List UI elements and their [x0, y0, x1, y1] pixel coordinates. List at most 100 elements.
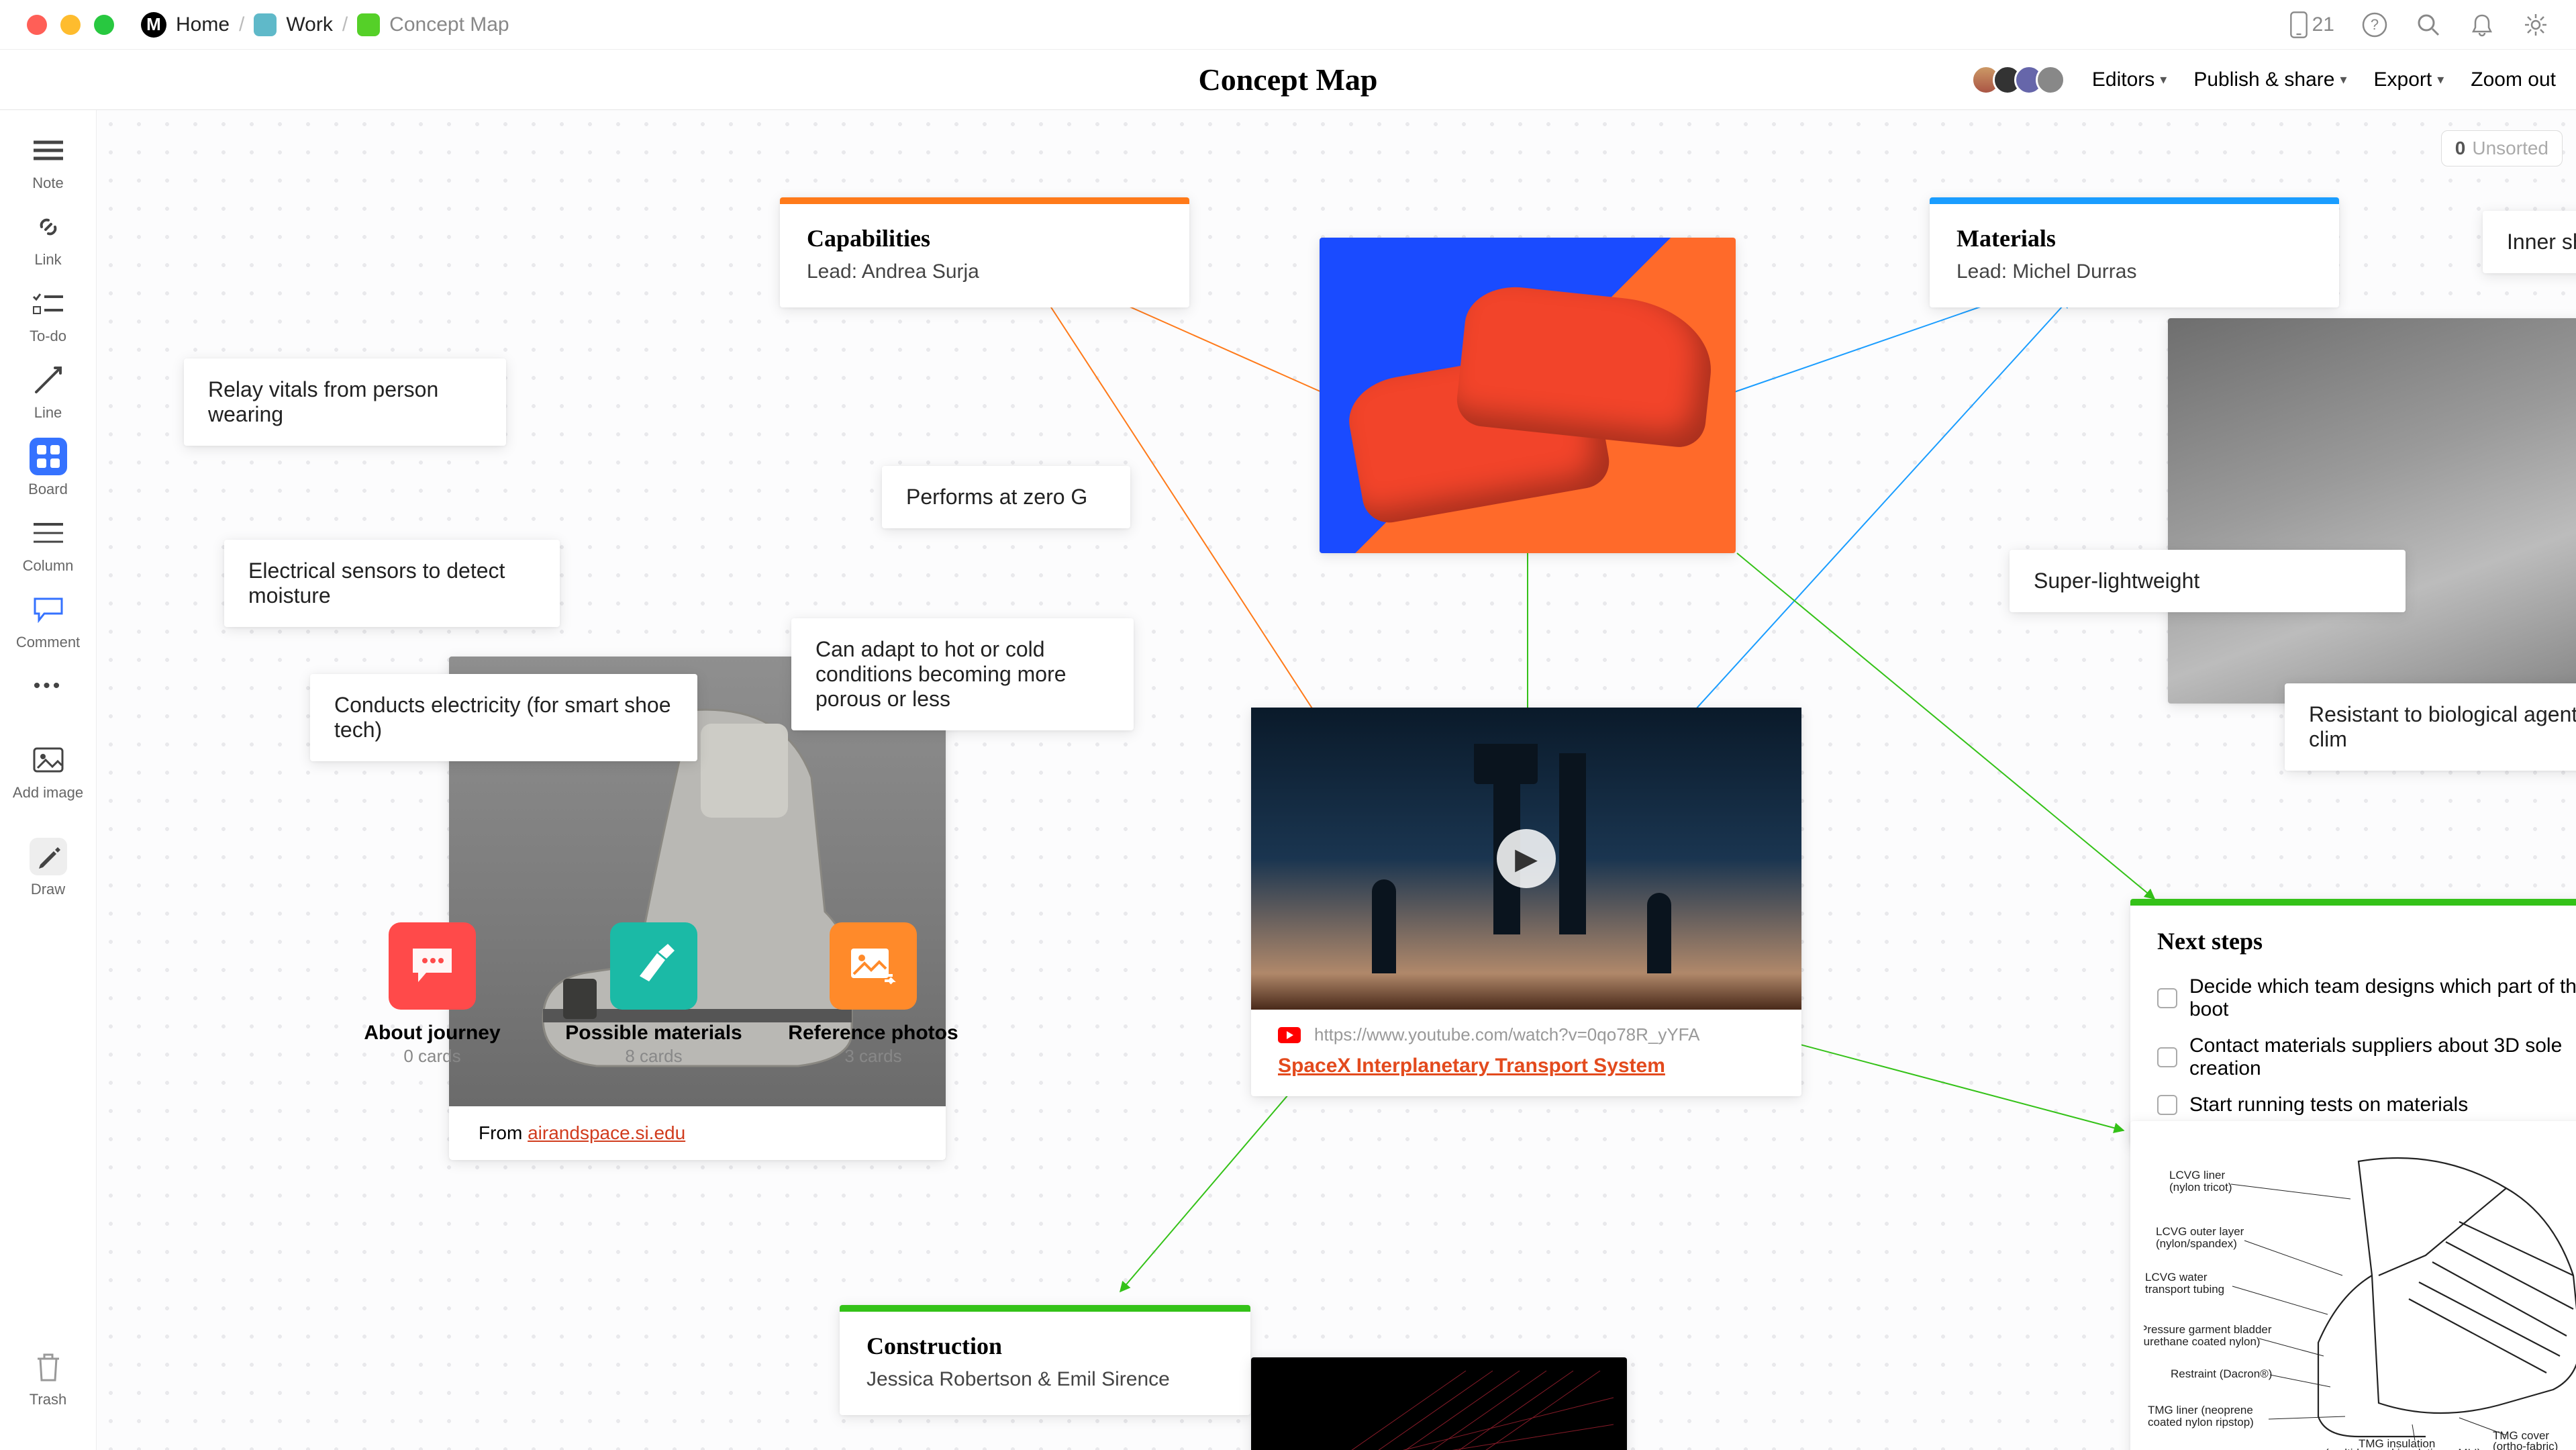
search-icon[interactable] — [2415, 11, 2442, 38]
breadcrumb-home[interactable]: Home — [176, 13, 230, 36]
board-reference-photos[interactable]: Reference photos 3 cards — [779, 922, 967, 1067]
svg-text:(ortho-fabric): (ortho-fabric) — [2493, 1440, 2558, 1450]
video-title-link[interactable]: SpaceX Interplanetary Transport System — [1278, 1055, 1775, 1077]
tool-trash[interactable]: Trash — [0, 1340, 96, 1416]
section-lead: Jessica Robertson & Emil Sirence — [866, 1368, 1224, 1391]
checkbox[interactable] — [2157, 1047, 2177, 1067]
minimize-window-button[interactable] — [60, 15, 81, 35]
note-superlight[interactable]: Super-lightweight — [2010, 550, 2406, 612]
unsorted-badge[interactable]: 0Unsorted — [2441, 130, 2563, 166]
note-resistant[interactable]: Resistant to biological agents and clim — [2285, 683, 2576, 771]
document-header-actions: Editors▾ Publish & share▾ Export▾ Zoom o… — [1979, 65, 2556, 95]
note-relay-vitals[interactable]: Relay vitals from person wearing — [184, 358, 506, 446]
video-url-row: https://www.youtube.com/watch?v=0qo78R_y… — [1278, 1024, 1775, 1045]
next-steps-card[interactable]: Next steps Decide which team designs whi… — [2130, 899, 2576, 1145]
image-caption: From airandspace.si.edu — [449, 1106, 946, 1160]
tool-more[interactable]: ••• — [0, 659, 96, 713]
publish-dropdown[interactable]: Publish & share▾ — [2193, 68, 2346, 91]
note-sensors[interactable]: Electrical sensors to detect moisture — [224, 540, 560, 627]
note-zero-g[interactable]: Performs at zero G — [882, 466, 1130, 528]
concept-doc-icon — [357, 13, 380, 36]
collaborator-avatars[interactable] — [1979, 65, 2065, 95]
image-icon — [30, 741, 67, 779]
video-embed-card[interactable]: ▶ https://www.youtube.com/watch?v=0qo78R… — [1251, 708, 1801, 1096]
titlebar-right: 21 ? — [2289, 11, 2549, 38]
draw-icon — [30, 838, 67, 875]
tool-link[interactable]: Link — [0, 200, 96, 277]
todo-icon — [30, 285, 67, 322]
mobile-sync-badge[interactable]: 21 — [2289, 11, 2334, 38]
video-thumbnail[interactable]: ▶ — [1251, 708, 1801, 1010]
breadcrumb-separator: / — [239, 13, 244, 36]
sneaker-photo[interactable] — [1320, 238, 1736, 553]
board-possible-materials[interactable]: Possible materials 8 cards — [560, 922, 748, 1067]
maximize-window-button[interactable] — [94, 15, 114, 35]
note-conduct[interactable]: Conducts electricity (for smart shoe tec… — [310, 674, 697, 761]
gray-shoe-photo[interactable] — [2168, 318, 2576, 704]
tool-line[interactable]: Line — [0, 353, 96, 430]
title-bar: M Home / Work / Concept Map 21 ? — [0, 0, 2576, 50]
left-toolbar: Note Link To-do Line Board Column Commen… — [0, 110, 97, 1450]
checkbox[interactable] — [2157, 988, 2177, 1008]
section-color-bar — [2130, 899, 2576, 906]
settings-icon[interactable] — [2522, 11, 2549, 38]
section-title: Capabilities — [807, 224, 1162, 252]
note-adapt[interactable]: Can adapt to hot or cold conditions beco… — [791, 618, 1134, 730]
todo-item[interactable]: Contact materials suppliers about 3D sol… — [2157, 1028, 2576, 1087]
line-icon — [30, 361, 67, 399]
close-window-button[interactable] — [27, 15, 47, 35]
tool-draw[interactable]: Draw — [0, 830, 96, 906]
svg-text:coated nylon ripstop): coated nylon ripstop) — [2148, 1416, 2254, 1429]
tool-note[interactable]: Note — [0, 124, 96, 200]
section-construction[interactable]: Construction Jessica Robertson & Emil Si… — [840, 1305, 1250, 1415]
section-capabilities[interactable]: Capabilities Lead: Andrea Surja — [780, 197, 1189, 307]
comment-icon — [30, 591, 67, 628]
link-icon — [30, 208, 67, 246]
section-materials[interactable]: Materials Lead: Michel Durras — [1930, 197, 2339, 307]
source-link[interactable]: airandspace.si.edu — [528, 1122, 685, 1143]
breadcrumb-work[interactable]: Work — [286, 13, 332, 36]
todo-item[interactable]: Decide which team designs which part of … — [2157, 969, 2576, 1028]
mobile-count-value: 21 — [2312, 13, 2334, 36]
app-icon[interactable]: M — [141, 12, 166, 38]
more-icon: ••• — [30, 667, 67, 705]
board-canvas[interactable]: 0Unsorted Capabilities Lead: Andrea Surj… — [97, 110, 2576, 1450]
tool-todo[interactable]: To-do — [0, 277, 96, 353]
chevron-down-icon: ▾ — [2160, 71, 2167, 88]
tool-board[interactable]: Board — [0, 430, 96, 506]
solar-panel-photo[interactable] — [1251, 1357, 1627, 1450]
tool-comment[interactable]: Comment — [0, 583, 96, 659]
svg-text:LCVG water: LCVG water — [2145, 1271, 2208, 1284]
editors-dropdown[interactable]: Editors▾ — [2092, 68, 2167, 91]
zoom-out-button[interactable]: Zoom out — [2471, 68, 2556, 91]
section-color-bar — [840, 1305, 1250, 1312]
document-header: Concept Map Editors▾ Publish & share▾ Ex… — [0, 50, 2576, 110]
board-about-journey[interactable]: About journey 0 cards — [338, 922, 526, 1067]
suit-diagram[interactable]: LCVG liner(nylon tricot) LCVG outer laye… — [2130, 1121, 2576, 1450]
todo-item[interactable]: Start running tests on materials — [2157, 1087, 2576, 1123]
next-steps-title: Next steps — [2157, 927, 2576, 955]
note-icon — [30, 132, 67, 169]
svg-text:(multi-layered insulation – ML: (multi-layered insulation – MLI) — [2325, 1447, 2481, 1450]
window-controls — [27, 15, 114, 35]
unsorted-count: 0 — [2455, 138, 2466, 158]
note-inner-shoe[interactable]: Inner shoe wi — [2483, 211, 2576, 273]
tool-column[interactable]: Column — [0, 506, 96, 583]
board-icon — [610, 922, 697, 1010]
svg-text:?: ? — [2371, 16, 2379, 33]
board-icon — [389, 922, 476, 1010]
tool-add-image[interactable]: Add image — [0, 733, 96, 810]
section-color-bar — [1930, 197, 2339, 204]
notifications-icon[interactable] — [2469, 11, 2495, 38]
youtube-icon — [1278, 1027, 1301, 1043]
avatar[interactable] — [2036, 65, 2065, 95]
page-title[interactable]: Concept Map — [1198, 62, 1377, 97]
help-icon[interactable]: ? — [2361, 11, 2388, 38]
play-icon[interactable]: ▶ — [1497, 829, 1556, 888]
svg-text:LCVG outer layer: LCVG outer layer — [2156, 1225, 2244, 1238]
svg-text:(nylon tricot): (nylon tricot) — [2169, 1181, 2232, 1194]
checkbox[interactable] — [2157, 1095, 2177, 1115]
svg-text:(nylon/spandex): (nylon/spandex) — [2156, 1237, 2237, 1250]
section-title: Materials — [1956, 224, 2312, 252]
export-dropdown[interactable]: Export▾ — [2374, 68, 2444, 91]
